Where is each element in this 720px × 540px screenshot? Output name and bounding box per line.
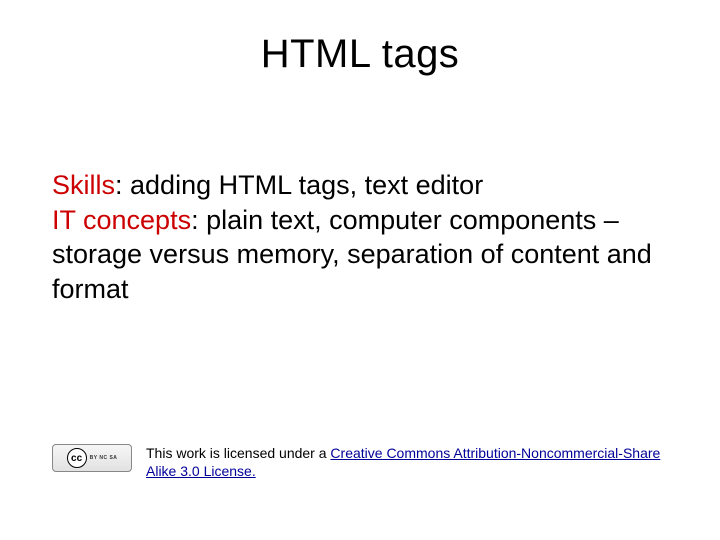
slide-title: HTML tags xyxy=(0,32,720,77)
skills-text: : adding HTML tags, text editor xyxy=(115,170,483,200)
slide: HTML tags Skills: adding HTML tags, text… xyxy=(0,0,720,540)
skills-label: Skills xyxy=(52,170,115,200)
license-text: This work is licensed under a Creative C… xyxy=(146,444,672,480)
license-prefix: This work is licensed under a xyxy=(146,445,330,461)
license-footer: cc BY NC SA This work is licensed under … xyxy=(52,444,672,480)
slide-body: Skills: adding HTML tags, text editor IT… xyxy=(52,168,672,306)
cc-logo-icon: cc xyxy=(67,448,87,468)
concepts-label: IT concepts xyxy=(52,205,191,235)
cc-subicons: BY NC SA xyxy=(90,455,118,461)
cc-badge-icon: cc BY NC SA xyxy=(52,444,132,472)
concepts-line: IT concepts: plain text, computer compon… xyxy=(52,203,672,307)
skills-line: Skills: adding HTML tags, text editor xyxy=(52,168,672,203)
